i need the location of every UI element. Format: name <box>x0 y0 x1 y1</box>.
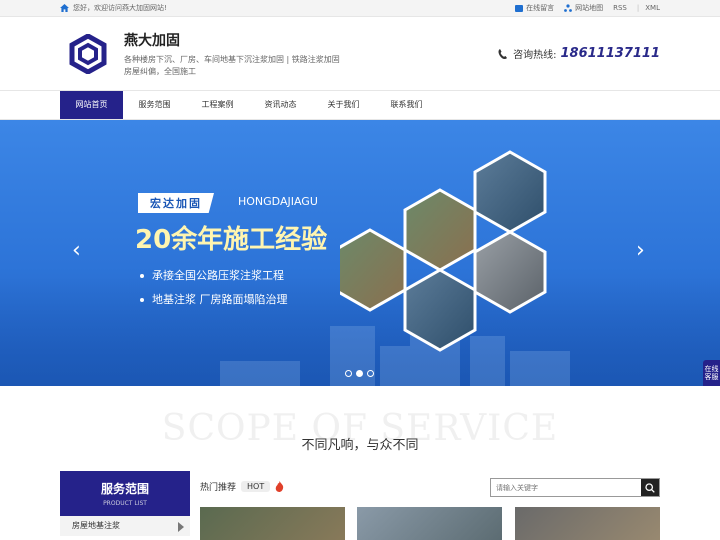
banner-headline: 20余年施工经验 <box>135 225 328 255</box>
banner-bullets: 承接全国公路压浆注浆工程 地基注浆 厂房路面塌陷治理 <box>140 264 288 312</box>
banner-tag-en: HONGDAJIAGU <box>238 195 318 208</box>
banner-tag: 宏达加固 <box>138 193 214 213</box>
search-button[interactable] <box>641 479 659 496</box>
nav-contact[interactable]: 联系我们 <box>375 91 438 119</box>
main-nav: 网站首页 服务范围 工程案例 资讯动态 关于我们 联系我们 <box>0 90 720 120</box>
banner-prev-arrow[interactable]: ‹ <box>72 238 81 263</box>
slide-dot[interactable] <box>345 370 352 377</box>
message-link[interactable]: 在线留言 <box>515 3 554 13</box>
welcome-area: 您好，欢迎访问燕大加固网站! <box>60 3 167 13</box>
company-name: 燕大加固 <box>124 32 180 49</box>
hot-recommend: 热门推荐 HOT <box>200 480 284 493</box>
banner-bullet: 地基注浆 厂房路面塌陷治理 <box>140 288 288 312</box>
case-thumbnail[interactable] <box>357 507 502 540</box>
xml-link[interactable]: XML <box>645 4 660 12</box>
nav-services[interactable]: 服务范围 <box>123 91 186 119</box>
nav-news[interactable]: 资讯动态 <box>249 91 312 119</box>
slide-dot-active[interactable] <box>356 370 363 377</box>
product-list-panel: 服务范围 PRODUCT LIST 房屋地基注浆 <box>60 471 190 536</box>
product-list-title: 服务范围 <box>100 482 149 496</box>
case-thumbnail[interactable] <box>515 507 660 540</box>
hotline-label: 咨询热线: <box>513 50 557 61</box>
welcome-text: 您好，欢迎访问燕大加固网站! <box>73 4 167 12</box>
home-icon <box>60 4 69 12</box>
slide-dot[interactable] <box>367 370 374 377</box>
hot-badge: HOT <box>241 481 271 492</box>
fire-icon <box>275 481 284 492</box>
banner-bullet: 承接全国公路压浆注浆工程 <box>140 264 288 288</box>
sitemap-icon <box>564 4 573 12</box>
hotline-number[interactable]: 18611137111 <box>561 46 661 61</box>
case-thumbnail[interactable] <box>200 507 345 540</box>
brand[interactable]: 燕大加固 各种楼房下沉、厂房、车间地基下沉注浆加固 | 铁路注浆加固房屋纠偏，全… <box>68 30 344 78</box>
search-box <box>490 478 660 497</box>
nav-cases[interactable]: 工程案例 <box>186 91 249 119</box>
site-header: 燕大加固 各种楼房下沉、厂房、车间地基下沉注浆加固 | 铁路注浆加固房屋纠偏，全… <box>0 17 720 90</box>
company-desc: 各种楼房下沉、厂房、车间地基下沉注浆加固 | 铁路注浆加固房屋纠偏，全国施工 <box>124 54 340 76</box>
nav-home[interactable]: 网站首页 <box>60 91 123 119</box>
hot-label: 热门推荐 <box>200 483 237 493</box>
nav-about[interactable]: 关于我们 <box>312 91 375 119</box>
service-section-header: SCOPE OF SERVICE 不同凡响，与众不同 <box>0 386 720 466</box>
phone-icon <box>498 48 508 59</box>
hero-banner: 宏达加固 HONGDAJIAGU 20余年施工经验 承接全国公路压浆注浆工程 地… <box>0 120 720 386</box>
search-icon <box>645 482 655 493</box>
separator: | <box>636 4 640 12</box>
online-service-tab[interactable]: 在线客服 « <box>703 360 720 386</box>
top-links: 在线留言 网站地图 RSS | XML <box>509 3 660 13</box>
search-input[interactable] <box>491 479 641 496</box>
slide-indicators <box>345 370 374 377</box>
product-list-subtitle: PRODUCT LIST <box>103 500 147 507</box>
top-bar: 您好，欢迎访问燕大加固网站! 在线留言 网站地图 RSS | XML <box>0 0 720 17</box>
banner-next-arrow[interactable]: › <box>636 238 645 263</box>
logo-icon <box>69 33 107 74</box>
hotline: 咨询热线: 18611137111 <box>497 46 660 61</box>
banner-photo-collage <box>340 150 547 352</box>
message-icon <box>515 4 524 12</box>
product-list-item[interactable]: 房屋地基注浆 <box>60 516 190 536</box>
rss-link[interactable]: RSS <box>613 4 627 12</box>
service-content: 服务范围 PRODUCT LIST 房屋地基注浆 热门推荐 HOT <box>0 466 720 540</box>
caret-right-icon <box>178 522 184 532</box>
product-list-header: 服务范围 PRODUCT LIST <box>60 471 190 516</box>
sitemap-link[interactable]: 网站地图 <box>564 3 603 13</box>
section-subtitle: 不同凡响，与众不同 <box>301 438 419 453</box>
